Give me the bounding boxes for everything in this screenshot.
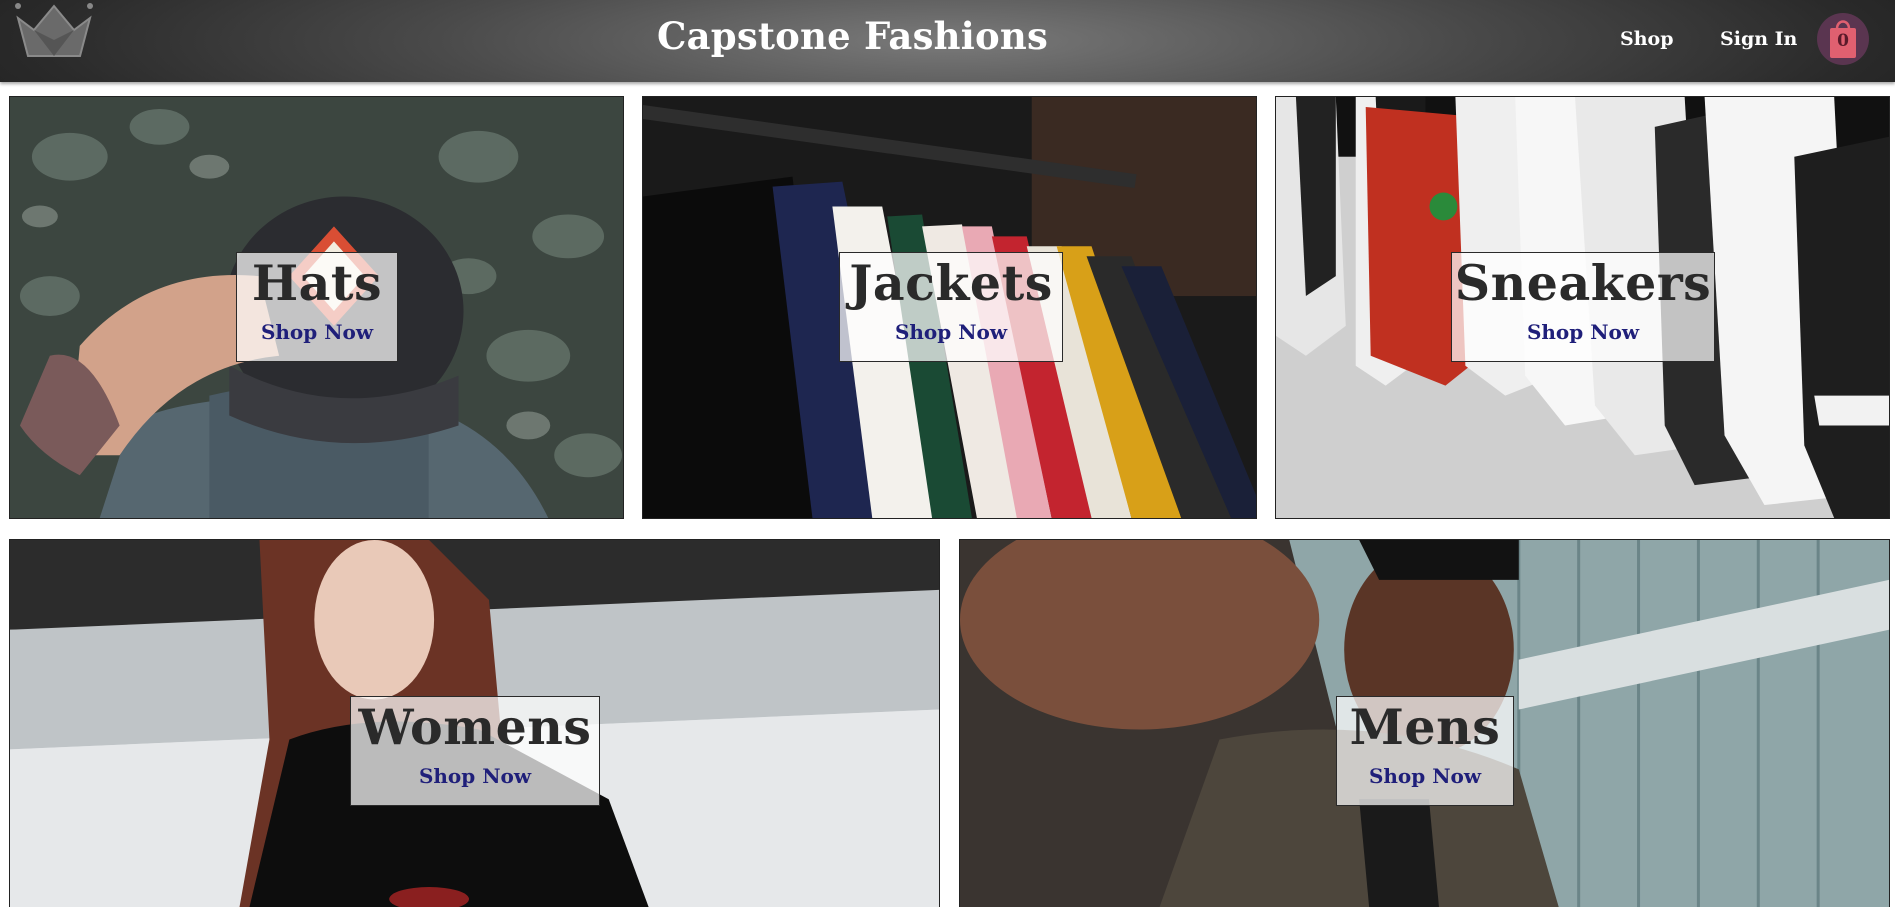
category-title: Mens xyxy=(1349,698,1501,756)
nav-shop-link[interactable]: Shop xyxy=(1620,28,1674,50)
cart-count: 0 xyxy=(1837,31,1849,51)
category-title: Sneakers xyxy=(1454,254,1712,312)
shop-now-link[interactable]: Shop Now xyxy=(840,320,1062,344)
cart-button[interactable]: 0 xyxy=(1817,13,1869,65)
shop-now-link[interactable]: Shop Now xyxy=(351,764,599,788)
shop-now-link[interactable]: Shop Now xyxy=(1337,764,1513,788)
shop-now-link[interactable]: Shop Now xyxy=(1452,320,1714,344)
category-tile-hats[interactable]: Hats Shop Now xyxy=(9,96,624,519)
category-title: Hats xyxy=(251,254,383,312)
category-caption: Mens Shop Now xyxy=(1336,696,1514,806)
nav-sign-in-link[interactable]: Sign In xyxy=(1720,28,1797,50)
category-tile-womens[interactable]: Womens Shop Now xyxy=(9,539,940,907)
category-caption: Sneakers Shop Now xyxy=(1451,252,1715,362)
header-bar: Capstone Fashions Shop Sign In 0 xyxy=(0,0,1895,82)
category-caption: Jackets Shop Now xyxy=(839,252,1063,362)
site-title[interactable]: Capstone Fashions xyxy=(0,14,1705,58)
category-tile-mens[interactable]: Mens Shop Now xyxy=(959,539,1890,907)
category-tile-sneakers[interactable]: Sneakers Shop Now xyxy=(1275,96,1890,519)
category-title: Womens xyxy=(358,698,592,756)
category-caption: Womens Shop Now xyxy=(350,696,600,806)
category-title: Jackets xyxy=(849,254,1053,312)
category-tile-jackets[interactable]: Jackets Shop Now xyxy=(642,96,1257,519)
category-caption: Hats Shop Now xyxy=(236,252,398,362)
shop-now-link[interactable]: Shop Now xyxy=(237,320,397,344)
